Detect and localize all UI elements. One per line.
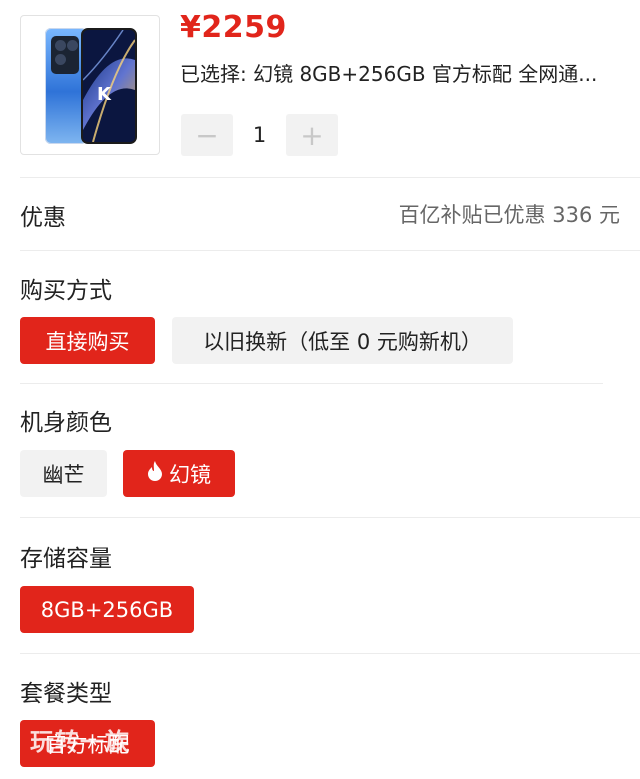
phone-front-image: K [81,28,137,144]
decrement-button[interactable]: − [181,114,233,156]
color-option-youmang[interactable]: 幽芒 [20,450,107,497]
color-option-label: 幻镜 [169,462,211,487]
option-trade-in[interactable]: 以旧换新（低至 0 元购新机） [172,317,513,364]
storage-option-8-256[interactable]: 8GB+256GB [20,586,194,633]
divider [20,653,640,654]
flame-icon [147,461,163,486]
option-direct-buy[interactable]: 直接购买 [20,317,155,364]
selected-spec-summary: 已选择: 幻镜 8GB+256GB 官方标配 全网通... [180,62,598,86]
discount-value: 百亿补贴已优惠 336 元 [398,203,620,227]
divider [20,517,640,518]
quantity-stepper: − 1 + [181,114,338,156]
quantity-value[interactable]: 1 [233,123,286,147]
product-thumbnail[interactable]: K [20,15,160,155]
package-label: 套餐类型 [20,681,112,707]
package-option-official[interactable]: 官方标配 [20,720,155,767]
divider [20,250,640,251]
discount-label: 优惠 [20,205,66,231]
storage-label: 存储容量 [20,546,112,572]
divider [20,177,640,178]
camera-module [51,36,79,74]
divider [20,383,603,384]
svg-text:K: K [97,84,112,105]
product-price: ¥2259 [180,10,287,45]
color-option-huanjing[interactable]: 幻镜 [123,450,235,497]
purchase-method-label: 购买方式 [20,278,112,304]
increment-button[interactable]: + [286,114,338,156]
color-label: 机身颜色 [20,410,112,436]
